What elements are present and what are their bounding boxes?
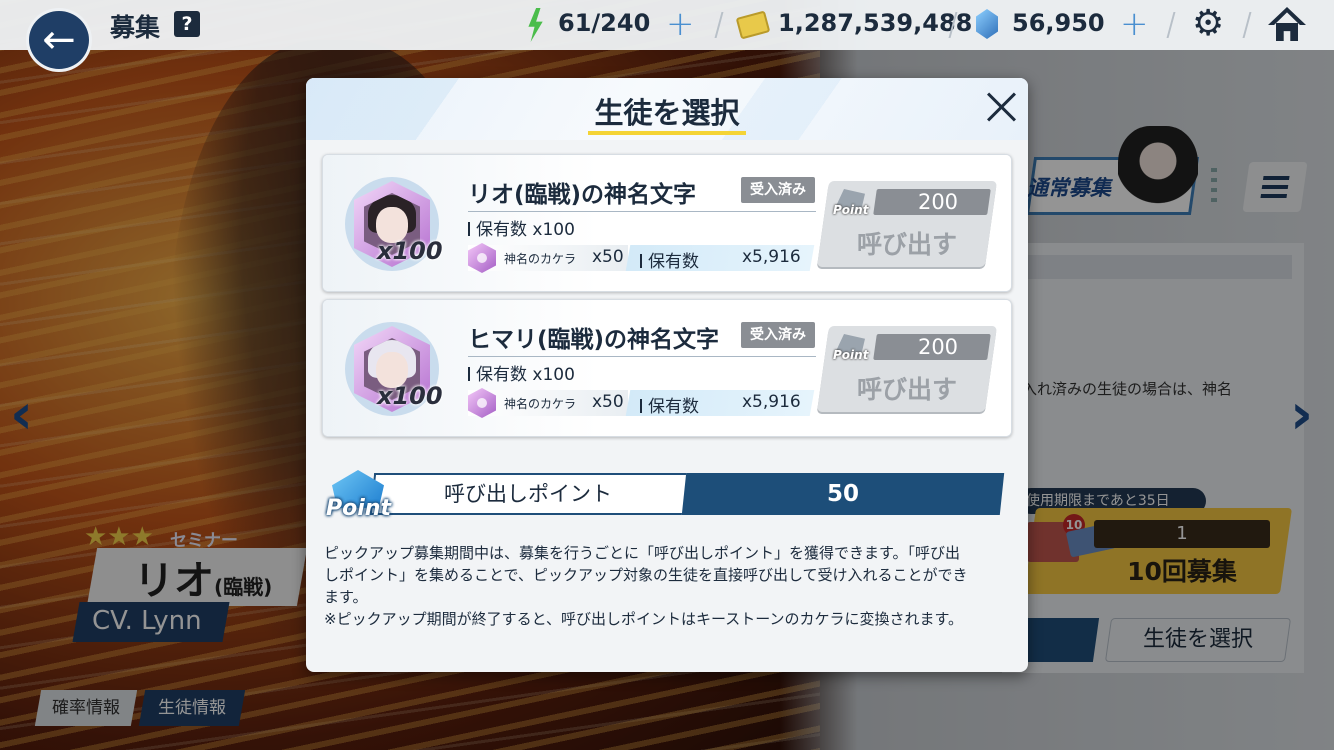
eleph-fragment-label: 神名のカケラ <box>504 397 577 411</box>
eleph-row: 神名のカケラ x50 保有数 x5,916 <box>468 388 815 418</box>
summon-points-bar: 呼び出しポイント 50 <box>369 473 1006 515</box>
summon-cost: 200 <box>917 190 959 214</box>
owned-count: 保有数 x100 <box>468 215 575 240</box>
held-value: x5,916 <box>742 392 801 412</box>
ap-value: 61/240 <box>558 9 651 37</box>
credits-value: 1,287,539,488 <box>778 9 973 37</box>
description-line: ※ピックアップ期間が終了すると、呼び出しポイントはキーストーンのカケラに変換され… <box>324 610 963 628</box>
point-label: Point <box>833 203 869 217</box>
eleph-fragment-label: 神名のカケラ <box>504 252 577 266</box>
eleph-item-card: x100 ヒマリ(臨戦)の神名文字 受入済み 保有数 x100 神名のカケラ x… <box>322 299 1012 437</box>
eleph-item-card: x100 リオ(臨戦)の神名文字 受入済み 保有数 x100 神名のカケラ x5… <box>322 154 1012 292</box>
recruited-badge: 受入済み <box>741 177 815 203</box>
description-line: ます。 <box>324 588 368 606</box>
divider <box>468 356 816 357</box>
add-pyroxene-icon[interactable]: + <box>1120 4 1149 44</box>
credit-icon <box>735 10 771 40</box>
pyroxene-icon <box>976 9 998 39</box>
summon-points-value: 50 <box>826 481 859 507</box>
divider <box>1242 12 1252 38</box>
home-icon[interactable] <box>1268 7 1306 43</box>
point-label: Point <box>833 348 869 362</box>
emblem-quantity: x100 <box>377 382 443 410</box>
select-student-dialog: 生徒を選択 x100 リオ(臨戦)の神名文字 受入済み 保有数 x100 神名の… <box>306 78 1028 672</box>
help-icon[interactable]: ? <box>174 11 200 37</box>
held-value: x5,916 <box>742 247 801 267</box>
description-line: ピックアップ募集期間中は、募集を行うごとに「呼び出しポイント」を獲得できます。「… <box>324 544 961 562</box>
eleph-fragment-amount: x50 <box>592 392 624 412</box>
eleph-row: 神名のカケラ x50 保有数 x5,916 <box>468 243 815 273</box>
back-arrow-icon[interactable]: ← <box>26 8 92 72</box>
divider <box>1166 12 1176 38</box>
point-envelope-icon: Point <box>326 470 391 526</box>
description-line: しポイント」を集めることで、ピックアップ対象の生徒を直接呼び出して受け入れること… <box>324 566 968 584</box>
close-icon[interactable] <box>984 90 1018 124</box>
ap-icon <box>528 8 543 42</box>
divider <box>468 211 816 212</box>
point-envelope-icon: Point <box>831 187 871 221</box>
summon-label: 呼び出す <box>856 230 957 259</box>
page-title: 募集 <box>110 13 161 42</box>
owned-count: 保有数 x100 <box>468 360 575 385</box>
title-underline <box>588 131 746 135</box>
summon-cost: 200 <box>917 335 959 359</box>
summon-points-label: 呼び出しポイント <box>444 482 612 506</box>
eleph-fragment-amount: x50 <box>592 247 624 267</box>
pyroxene-value: 56,950 <box>1012 9 1105 37</box>
description-text: ピックアップ募集期間中は、募集を行うごとに「呼び出しポイント」を獲得できます。「… <box>324 542 1014 630</box>
settings-gear-icon[interactable]: ⚙ <box>1192 4 1224 44</box>
emblem-quantity: x100 <box>377 237 443 265</box>
add-ap-icon[interactable]: + <box>666 4 695 44</box>
point-envelope-icon: Point <box>831 332 871 366</box>
held-label: 保有数 <box>640 247 699 272</box>
dialog-title: 生徒を選択 <box>594 96 740 130</box>
item-name: ヒマリ(臨戦)の神名文字 <box>468 327 720 353</box>
summon-label: 呼び出す <box>856 375 957 404</box>
divider <box>714 12 724 38</box>
held-label: 保有数 <box>640 392 699 417</box>
top-bar: 募集 ? 61/240 + 1,287,539,488 56,950 + ⚙ <box>0 0 1334 50</box>
item-name: リオ(臨戦)の神名文字 <box>468 182 697 208</box>
recruited-badge: 受入済み <box>741 322 815 348</box>
point-icon-label: Point <box>326 496 391 521</box>
